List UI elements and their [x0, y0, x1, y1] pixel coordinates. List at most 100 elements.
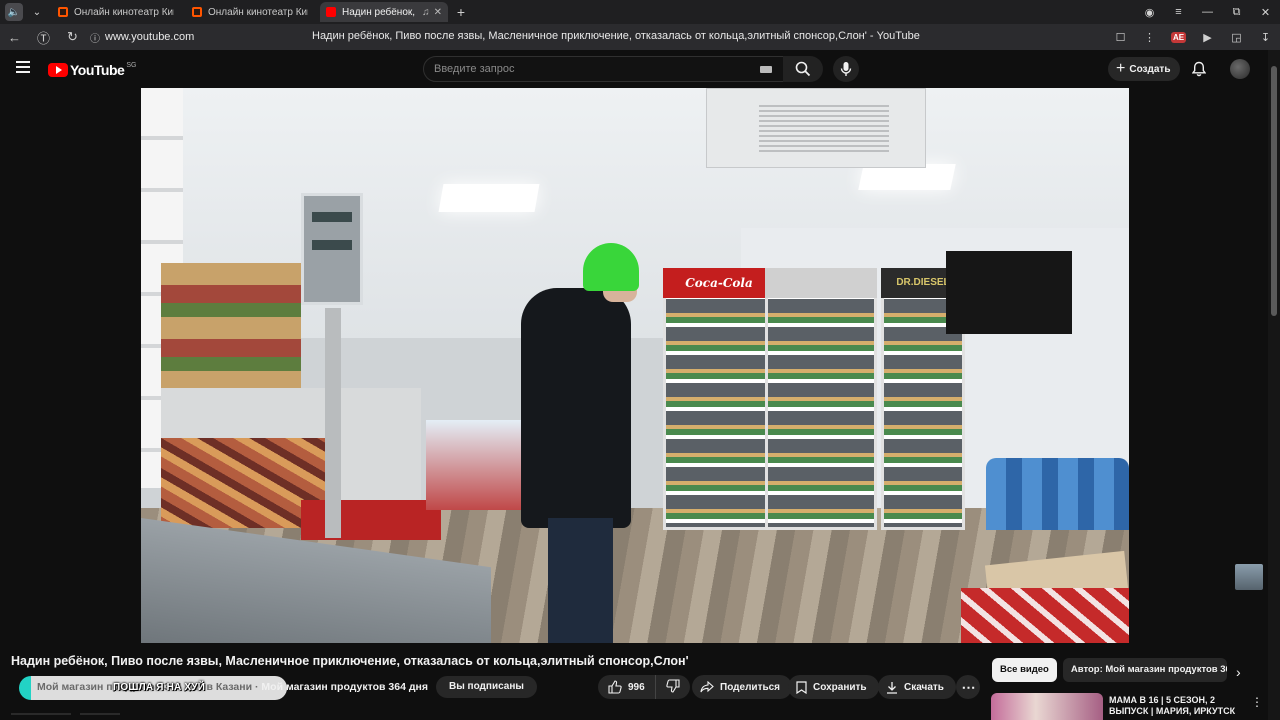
- scene-air-conditioner: [706, 88, 926, 168]
- like-count: 996: [628, 681, 645, 693]
- share-label: Поделиться: [720, 681, 781, 693]
- search-button[interactable]: [783, 56, 823, 82]
- create-button[interactable]: + Создать: [1108, 57, 1181, 81]
- plus-icon: +: [1116, 60, 1126, 77]
- scene-lamp: [438, 184, 540, 212]
- speaker-icon[interactable]: ♫: [422, 7, 430, 18]
- bookmark-save-icon: [796, 680, 807, 694]
- download-label: Скачать: [904, 681, 944, 693]
- kinopoisk-favicon-icon: [58, 7, 68, 17]
- scene-candy: [961, 588, 1129, 643]
- more-vertical-icon[interactable]: ⋮: [1135, 31, 1164, 44]
- youtube-favicon-icon: [326, 7, 336, 17]
- like-dislike-group: 996: [598, 675, 690, 699]
- more-actions-button[interactable]: ⋯: [956, 675, 980, 699]
- close-window-icon[interactable]: ✕: [1251, 6, 1280, 19]
- more-horizontal-icon: ⋯: [961, 678, 976, 695]
- notifications-button[interactable]: [1191, 61, 1207, 82]
- share-button[interactable]: Поделиться: [692, 675, 793, 699]
- channel-name[interactable]: Мой магазин продуктов 364 дня в Казани ·…: [37, 681, 428, 693]
- microphone-icon: [840, 62, 852, 76]
- tab-title: Онлайн кинотеатр Кинопоиск: [208, 6, 308, 18]
- fridge-sign: [765, 268, 877, 298]
- scene-tv: [946, 251, 1072, 334]
- browser-tab-1[interactable]: Онлайн кинотеатр Кинопоиск: [52, 2, 180, 22]
- recommended-title[interactable]: МАМА В 16 | 5 СЕЗОН, 2 ВЫПУСК | МАРИЯ, И…: [1109, 695, 1241, 717]
- menu-icon[interactable]: ≡: [1164, 6, 1193, 18]
- bell-icon: [1191, 61, 1207, 77]
- scene-person-hat: [583, 243, 639, 291]
- download-arrow-icon: [886, 681, 898, 694]
- browser-tab-2[interactable]: Онлайн кинотеатр Кинопоиск: [186, 2, 314, 22]
- chip-by-author[interactable]: Автор: Мой магазин продуктов 364 дня: [1062, 658, 1227, 682]
- site-info-icon[interactable]: ⓘ: [87, 30, 103, 45]
- tab-title: Онлайн кинотеатр Кинопоиск: [74, 6, 174, 18]
- scene-scale-display: [301, 193, 363, 305]
- profile-icon[interactable]: ◉: [1135, 6, 1164, 19]
- collections-icon[interactable]: ◲: [1222, 31, 1251, 44]
- overlay-text: ПОШЛА Я НА ХУЙ: [113, 682, 206, 693]
- avatar[interactable]: [1230, 59, 1250, 79]
- chevron-right-icon[interactable]: ›: [1236, 664, 1241, 680]
- audio-tab-icon[interactable]: 🔈: [5, 3, 23, 21]
- search-icon: [795, 61, 811, 77]
- chip-all-videos[interactable]: Все видео: [992, 658, 1057, 682]
- dislike-button[interactable]: [656, 678, 690, 696]
- bookmark-icon[interactable]: ☐: [1106, 31, 1135, 44]
- close-tab-icon[interactable]: ✕: [434, 7, 442, 18]
- search-box: [423, 56, 785, 82]
- save-label: Сохранить: [813, 681, 867, 693]
- more-vertical-icon[interactable]: ⋮: [1251, 695, 1263, 709]
- youtube-play-icon: [48, 63, 68, 77]
- page-scrollbar[interactable]: [1268, 50, 1280, 720]
- search-input[interactable]: [434, 63, 734, 75]
- tab-list-chevron-icon[interactable]: ⌄: [28, 3, 46, 21]
- download-icon[interactable]: ↧: [1251, 31, 1280, 44]
- window-controls: ◉ ≡ — ⧉ ✕: [1135, 6, 1280, 19]
- scrollbar-thumb[interactable]: [1271, 66, 1277, 316]
- fridge-sign: Coca-Cola: [663, 268, 775, 298]
- country-code: SG: [126, 61, 137, 69]
- related-chips: Все видео Автор: Мой магазин продуктов 3…: [992, 658, 1227, 682]
- scene-fridge: Coca-Cola: [663, 268, 775, 530]
- restore-icon[interactable]: ⧉: [1222, 6, 1251, 19]
- url-text[interactable]: www.youtube.com: [105, 31, 194, 43]
- video-player[interactable]: Coca-Cola DR.DIESEL: [141, 88, 1129, 643]
- address-bar: ← Ⓣ ↻ ⓘ www.youtube.com Надин ребёнок, П…: [0, 24, 1280, 50]
- new-tab-icon[interactable]: +: [452, 3, 470, 21]
- thumbs-up-icon: [608, 680, 622, 694]
- like-button[interactable]: 996: [598, 675, 656, 699]
- reload-icon[interactable]: ↻: [58, 29, 87, 45]
- logo-text: YouTube: [70, 62, 125, 78]
- voice-search-button[interactable]: [833, 56, 859, 82]
- thumbs-down-icon: [665, 678, 680, 693]
- scene-freezer: [426, 420, 526, 510]
- share-arrow-icon: [700, 681, 714, 693]
- scene-scale-pole: [325, 308, 341, 538]
- save-button[interactable]: Сохранить: [788, 675, 879, 699]
- tab-title: Надин ребёнок, Пиво после язвы: [342, 6, 418, 18]
- miniplayer-thumbnail[interactable]: [1235, 564, 1263, 590]
- download-button[interactable]: Скачать: [878, 675, 956, 699]
- video-thumbnail[interactable]: [991, 693, 1103, 720]
- scene-counter-front: [301, 500, 441, 540]
- yandex-icon[interactable]: Ⓣ: [29, 28, 58, 47]
- extension-icon[interactable]: АЕ: [1164, 31, 1193, 43]
- scene-water-bottles: [986, 458, 1129, 530]
- page-title: Надин ребёнок, Пиво после язвы, Масленич…: [312, 30, 920, 42]
- back-arrow-icon[interactable]: ←: [0, 30, 29, 45]
- browser-tab-3[interactable]: Надин ребёнок, Пиво после язвы ♫ ✕: [320, 2, 448, 22]
- channel-name-visible: Мой магазин продуктов 364 дня: [261, 681, 428, 693]
- hamburger-menu-icon[interactable]: [16, 61, 30, 73]
- kinopoisk-favicon-icon: [192, 7, 202, 17]
- channel-row: Мой магазин продуктов 364 дня в Казани ·…: [11, 676, 431, 700]
- subscribed-button[interactable]: Вы подписаны: [436, 676, 537, 698]
- recommended-video[interactable]: МАМА В 16 | 5 СЕЗОН, 2 ВЫПУСК | МАРИЯ, И…: [991, 693, 1263, 720]
- minimize-icon[interactable]: —: [1193, 6, 1222, 18]
- scene-fridge: [765, 268, 877, 530]
- video-title: Надин ребёнок, Пиво после язвы, Масленич…: [11, 654, 689, 668]
- media-play-icon[interactable]: ▶: [1193, 31, 1222, 44]
- keyboard-icon[interactable]: [760, 66, 772, 73]
- youtube-header: YouTube SG + Создать: [0, 50, 1268, 88]
- youtube-logo[interactable]: YouTube SG: [48, 62, 136, 78]
